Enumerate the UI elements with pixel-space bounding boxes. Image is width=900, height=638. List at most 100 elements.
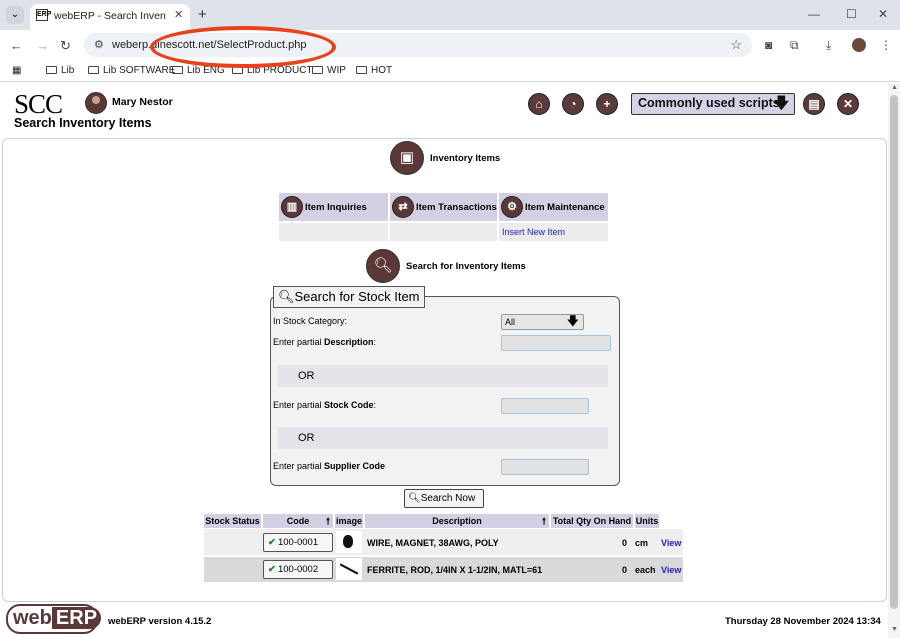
scrollbar-thumb[interactable] [890,95,898,609]
col-header-code[interactable]: Code 🠕 [263,514,333,528]
inquiries-submenu [279,223,388,241]
col-header-stock-status: Stock Status [204,514,261,528]
or-separator: OR [278,365,608,387]
transfer-icon: ⇄ [392,196,414,218]
sort-arrow-icon: 🠕 [542,516,546,526]
ferrite-rod-icon [339,563,359,575]
supplier-code-input[interactable] [501,459,589,475]
folder-icon [312,66,323,74]
profile-avatar-icon[interactable] [852,38,866,52]
col-header-image: image [335,514,363,528]
chart-icon: ▥ [281,196,303,218]
item-image [336,558,362,580]
or-separator: OR [278,427,608,449]
arrow-down-icon: 🡇 [773,95,789,112]
col-header-qty: Total Qty On Hand [551,514,633,528]
camera-icon[interactable]: ◙ [765,38,772,52]
tab-close-icon[interactable]: ✕ [174,8,183,21]
web-page: SCC Mary Nestor Search Inventory Items ⌂… [0,83,900,638]
version-text: webERP version 4.15.2 [108,616,212,627]
window-close-icon[interactable]: ✕ [878,7,888,21]
bookmarks-bar: ▦ Lib Lib SOFTWARE Lib ENG Lib PRODUCT W… [0,60,900,82]
search-section-title: Search for Inventory Items [406,261,526,272]
menu-item-maintenance[interactable]: ⚙ Item Maintenance [499,193,608,221]
menu-item-transactions[interactable]: ⇄ Item Transactions [390,193,497,221]
wire-spool-icon [343,535,353,548]
folder-icon [356,66,367,74]
page-title: Search Inventory Items [14,116,152,130]
search-now-button[interactable]: 🔍︎Search Now [404,489,484,508]
browser-toolbar: ← → ↻ ⚙ weberp.dinescott.net/SelectProdu… [0,30,900,60]
browser-tab[interactable]: ERP webERP - Search Inventory Items ✕ [30,4,190,30]
maintenance-submenu: Insert New Item [499,223,608,241]
browser-tab-strip: ⌄ ERP webERP - Search Inventory Items ✕ … [0,0,900,30]
forward-icon[interactable]: → [36,38,49,53]
commonly-used-scripts-button[interactable]: Commonly used scripts 🡇 [631,93,795,115]
user-icon[interactable] [85,92,107,114]
bookmark-folder[interactable]: Lib SOFTWARE [88,65,175,76]
favicon-icon: ERP [36,9,51,21]
col-header-description[interactable]: Description 🠕 [365,514,549,528]
description-label: Enter partial Description: [273,337,377,347]
scroll-up-icon[interactable]: ▲ [891,84,898,91]
item-image [336,531,362,553]
gear-icon: ⚙ [501,196,523,218]
bookmark-folder[interactable]: WIP [312,65,346,76]
folder-icon [172,66,183,74]
item-qty: 0 [622,538,628,548]
annotation-ellipse [150,26,336,68]
browser-menu-icon[interactable]: ⋮ [880,38,892,52]
search-icon: 🔍︎ [408,493,421,504]
magnifier-icon: 🔍︎ [366,249,400,283]
arrow-down-icon: 🡇 [566,314,579,328]
scroll-down-icon[interactable]: ▼ [891,626,898,633]
reload-icon[interactable]: ↻ [60,38,71,54]
sort-arrow-icon: 🠕 [326,516,330,526]
item-description: FERRITE, ROD, 1/4IN X 1-1/2IN, MATL=61 [367,565,543,575]
folder-icon [88,66,99,74]
extensions-icon[interactable]: ⧉ [790,38,799,53]
search-icon: 🔍︎ [278,289,295,304]
vertical-scrollbar[interactable]: ▲ ▼ [888,83,900,638]
bookmark-folder[interactable]: Lib [46,65,74,76]
bookmark-folder[interactable]: HOT [356,65,392,76]
maximize-icon[interactable]: ☐ [846,7,857,21]
view-link[interactable]: View [661,538,681,548]
back-icon[interactable]: ← [10,38,23,53]
add-icon[interactable]: + [596,93,618,115]
view-link[interactable]: View [661,565,681,575]
minimize-icon[interactable]: — [808,7,820,21]
search-stock-legend: 🔍︎Search for Stock Item [273,286,425,308]
stock-code-input[interactable] [501,398,589,414]
apps-grid-icon[interactable]: ▦ [12,65,21,76]
transactions-submenu [390,223,497,241]
home-icon[interactable]: ⌂ [528,93,550,115]
item-units: cm [635,538,649,548]
stock-category-select[interactable]: All 🡇 [501,314,584,330]
site-info-icon[interactable]: ⚙ [94,38,104,51]
folder-icon [46,66,57,74]
logout-close-icon[interactable]: ✕ [837,93,859,115]
description-input[interactable] [501,335,611,351]
download-icon[interactable]: ⤓ [826,38,831,53]
datetime-text: Thursday 28 November 2024 13:34 [725,616,881,627]
col-header-units: Units [635,514,659,528]
new-tab-icon[interactable]: + [198,6,207,23]
check-icon: ✔ [268,537,276,548]
item-code-button[interactable]: ✔ 100-0001 [263,533,333,552]
bookmark-star-icon[interactable]: ☆ [730,37,742,53]
inventory-box-icon: ▣ [390,141,424,175]
category-label: In Stock Category: [273,316,348,326]
dashboard-icon[interactable]: ◔ [562,93,584,115]
item-units: each [635,565,656,575]
weberp-logo: web ERP [6,604,102,634]
tab-search-chevron-icon[interactable]: ⌄ [6,6,24,24]
manual-book-icon[interactable]: ▤ [803,93,825,115]
user-name[interactable]: Mary Nestor [112,96,173,108]
check-icon: ✔ [268,564,276,575]
menu-item-inquiries[interactable]: ▥ Item Inquiries [279,193,388,221]
module-title: Inventory Items [430,153,501,164]
item-code-button[interactable]: ✔ 100-0002 [263,560,333,579]
supplier-code-label: Enter partial Supplier Code [273,461,386,471]
insert-new-item-link[interactable]: Insert New Item [502,227,565,237]
